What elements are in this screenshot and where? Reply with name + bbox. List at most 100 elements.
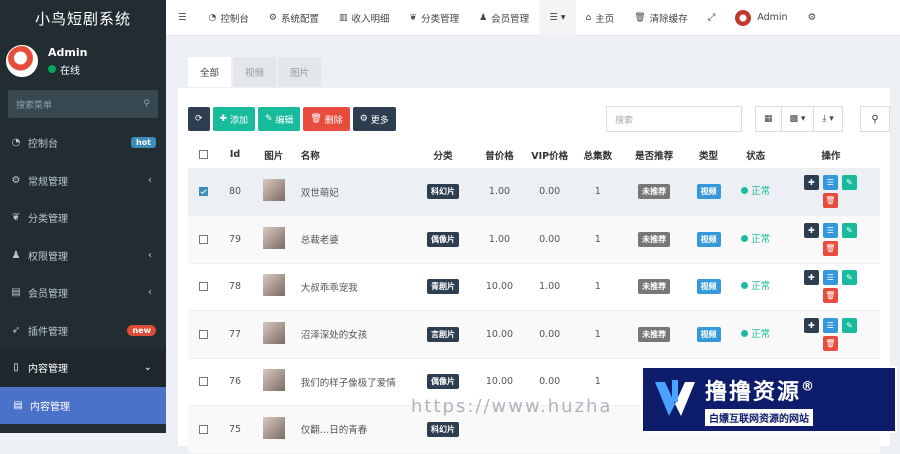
plus-icon[interactable]: ✚ bbox=[803, 317, 819, 333]
status-dot-icon bbox=[741, 282, 749, 290]
row-checkbox[interactable] bbox=[188, 358, 220, 406]
add-button[interactable]: ✚ 添加 bbox=[212, 107, 255, 131]
row-checkbox[interactable] bbox=[188, 215, 220, 264]
fullscreen-icon[interactable]: ⤢ bbox=[698, 0, 726, 36]
cell-vip-price: 0.00 bbox=[524, 168, 575, 216]
table-row[interactable]: 77 沼泽深处的女孩 言剧片 10.00 0.00 1 未推荐 视频 正常 ✚ ☰ ✎ 🗑 bbox=[188, 310, 880, 359]
row-checkbox[interactable] bbox=[188, 263, 220, 311]
list-icon[interactable]: ☰ bbox=[822, 222, 838, 238]
list-icon[interactable]: ☰ bbox=[822, 317, 838, 333]
trash-icon[interactable]: 🗑 bbox=[822, 335, 838, 351]
plus-icon[interactable]: ✚ bbox=[803, 222, 819, 238]
sidebar-item-dashboard[interactable]: ◔ 控制台 hot bbox=[0, 124, 166, 162]
plus-icon[interactable]: ✚ bbox=[803, 175, 819, 191]
select-all-checkbox[interactable] bbox=[188, 142, 220, 169]
search-icon[interactable]: ⚲ bbox=[143, 99, 150, 109]
search-button[interactable]: ⚲ bbox=[860, 106, 890, 132]
tab-image[interactable]: 图片 bbox=[278, 57, 322, 87]
trash-icon[interactable]: 🗑 bbox=[822, 193, 838, 209]
delete-button[interactable]: 🗑 删除 bbox=[303, 107, 350, 131]
row-checkbox[interactable] bbox=[188, 405, 220, 454]
list-icon[interactable]: ☰ bbox=[822, 270, 838, 286]
sidebar-item-plugin[interactable]: ➶ 插件管理 new bbox=[0, 312, 166, 350]
thumbnail-image[interactable] bbox=[262, 369, 285, 392]
pencil-icon[interactable]: ✎ bbox=[841, 222, 857, 238]
list-icon: ▤ bbox=[11, 287, 21, 299]
avatar bbox=[6, 45, 38, 77]
online-dot-icon bbox=[48, 65, 56, 73]
tab-video[interactable]: 视频 bbox=[233, 57, 277, 87]
table-row[interactable]: 80 双世萌妃 科幻片 1.00 0.00 1 未推荐 视频 正常 ✚ ☰ ✎ 🗑 bbox=[188, 168, 880, 216]
cell-actions: ✚ ☰ ✎ 🗑 bbox=[781, 310, 880, 359]
watermark-url: https://www.huzha bbox=[411, 396, 613, 417]
refresh-button[interactable]: ⟳ bbox=[188, 107, 210, 131]
recommend-badge: 未推荐 bbox=[638, 184, 671, 200]
group-icon: ♟ bbox=[11, 249, 21, 261]
sidebar-item-content[interactable]: ▯ 内容管理 ⌄ bbox=[0, 349, 166, 387]
trash-icon[interactable]: 🗑 bbox=[822, 240, 838, 256]
avatar bbox=[735, 9, 752, 26]
thumbnail-image[interactable] bbox=[262, 274, 285, 297]
nav-home[interactable]: ⌂ 主页 bbox=[576, 0, 625, 36]
nav-category[interactable]: ❦ 分类管理 bbox=[400, 0, 470, 36]
nav-config[interactable]: ⚙ 系统配置 bbox=[259, 0, 329, 36]
list-icon[interactable]: ☰ bbox=[822, 175, 838, 191]
export-button[interactable]: ⤓ ▾ bbox=[813, 106, 843, 132]
pencil-icon[interactable]: ✎ bbox=[841, 270, 857, 286]
cell-name: 我们的样子像极了爱情 bbox=[296, 358, 412, 406]
cell-image[interactable] bbox=[250, 358, 297, 406]
thumbnail-image[interactable] bbox=[262, 226, 285, 249]
pencil-icon[interactable]: ✎ bbox=[841, 175, 857, 191]
sidebar-item-category[interactable]: ❦ 分类管理 bbox=[0, 199, 166, 237]
cell-episodes: 1 bbox=[574, 168, 621, 216]
cell-image[interactable] bbox=[250, 215, 297, 264]
row-checkbox[interactable] bbox=[188, 168, 220, 216]
more-button[interactable]: ⚙ 更多 bbox=[352, 107, 396, 131]
menu-toggle-icon[interactable]: ☰ bbox=[166, 0, 199, 36]
sidebar-subitem-content[interactable]: ▤ 内容管理 bbox=[0, 386, 166, 424]
tab-all[interactable]: 全部 bbox=[188, 57, 232, 87]
nav-member[interactable]: ♟ 会员管理 bbox=[469, 0, 539, 36]
trash-icon[interactable]: 🗑 bbox=[822, 288, 838, 304]
cell-price: 10.00 bbox=[474, 263, 525, 311]
table-row[interactable]: 79 总裁老婆 偶像片 1.00 0.00 1 未推荐 视频 正常 ✚ ☰ ✎ 🗑 bbox=[188, 215, 880, 264]
nav-more-dropdown[interactable]: ☰ ▾ bbox=[539, 0, 576, 36]
thumbnail-image[interactable] bbox=[262, 179, 285, 202]
pencil-icon[interactable]: ✎ bbox=[841, 317, 857, 333]
nav-admin[interactable]: Admin bbox=[725, 0, 797, 36]
cell-image[interactable] bbox=[250, 263, 297, 311]
cell-image[interactable] bbox=[250, 405, 297, 454]
settings-gear-icon[interactable]: ⚙ bbox=[798, 0, 827, 36]
table-row[interactable]: 78 大叔乖乖宠我 青剧片 10.00 1.00 1 未推荐 视频 正常 ✚ ☰ ✎ 🗑 bbox=[188, 263, 880, 311]
edit-button[interactable]: ✎ 编辑 bbox=[257, 107, 301, 131]
col-id[interactable]: Id bbox=[219, 142, 251, 169]
plus-icon[interactable]: ✚ bbox=[803, 270, 819, 286]
cell-image[interactable] bbox=[250, 310, 297, 359]
thumbnail-image[interactable] bbox=[262, 416, 285, 439]
toolbar: ⟳ ✚ 添加 ✎ 编辑 🗑 删除 ⚙ 更多 搜索 ▦ ▩ ▾ ⤓ ▾ ⚲ bbox=[188, 106, 890, 132]
columns-button[interactable]: ▩ ▾ bbox=[780, 106, 815, 132]
plus-icon: ✚ bbox=[219, 114, 228, 124]
thumbnail-image[interactable] bbox=[262, 321, 285, 344]
table-search-input[interactable]: 搜索 bbox=[606, 106, 742, 132]
recommend-badge: 未推荐 bbox=[638, 326, 671, 342]
cell-name: 仅翻…日的青春 bbox=[296, 405, 412, 454]
cell-id: 79 bbox=[219, 215, 251, 264]
sidebar-item-member[interactable]: ▤ 会员管理 ‹ bbox=[0, 274, 166, 312]
sidebar: 小鸟短剧系统 Admin 在线 搜索菜单 ⚲ ◔ 控制台 hot ⚙ 常规管理 ‹ ❦ 分… bbox=[0, 0, 166, 433]
app-title[interactable]: 小鸟短剧系统 bbox=[0, 0, 166, 36]
nav-clear-cache[interactable]: 🗑 清除缓存 bbox=[624, 0, 697, 36]
sidebar-search-input[interactable]: 搜索菜单 bbox=[16, 98, 52, 111]
sidebar-item-auth[interactable]: ♟ 权限管理 ‹ bbox=[0, 237, 166, 275]
cell-image[interactable] bbox=[250, 168, 297, 216]
sidebar-item-general[interactable]: ⚙ 常规管理 ‹ bbox=[0, 162, 166, 200]
nav-dashboard[interactable]: ◔ 控制台 bbox=[199, 0, 259, 36]
sidebar-search[interactable]: 搜索菜单 ⚲ bbox=[8, 90, 158, 118]
row-checkbox[interactable] bbox=[188, 310, 220, 359]
brand-subtitle: 白嫖互联网资源的网站 bbox=[705, 408, 813, 426]
commonsearch-button[interactable]: ▦ bbox=[755, 106, 782, 132]
cell-price: 10.00 bbox=[474, 310, 525, 359]
nav-income[interactable]: ▥ 收入明细 bbox=[329, 0, 400, 36]
cell-type: 视频 bbox=[687, 168, 730, 216]
cell-id: 75 bbox=[219, 405, 251, 454]
